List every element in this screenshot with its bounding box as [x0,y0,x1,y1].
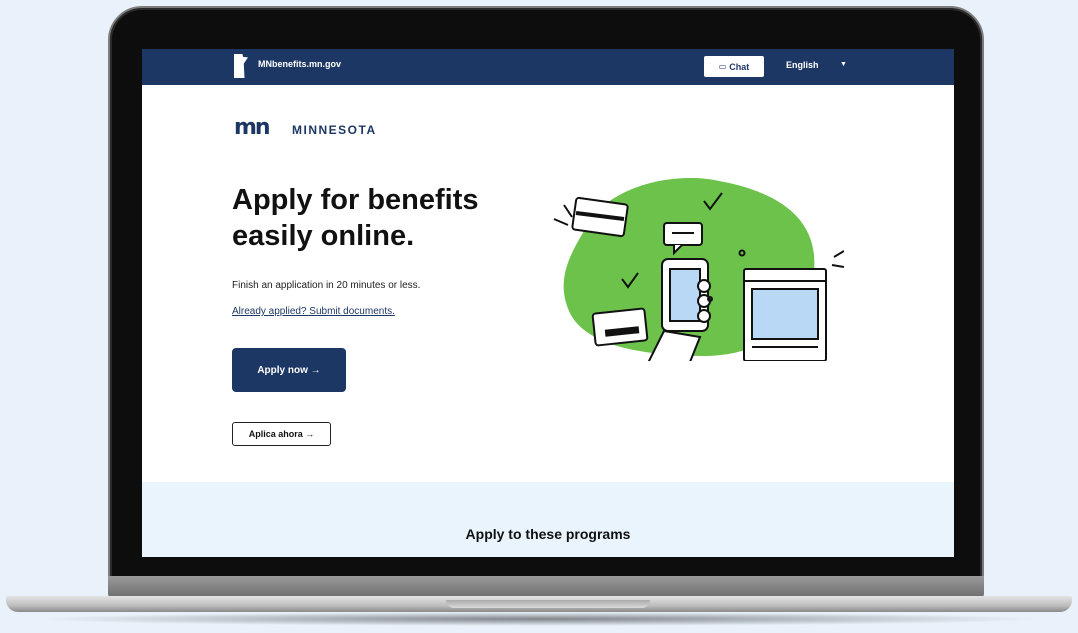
mn-logo: mn [234,115,271,140]
credit-card-icon [571,196,629,238]
document-window-icon [743,268,827,361]
card-icon [591,307,649,347]
hero-illustration [553,178,844,361]
page-title: Apply for benefits easily online. [232,184,479,252]
apply-now-button[interactable]: Apply now → [232,348,346,392]
language-select[interactable]: English [786,60,819,70]
laptop-chin [108,576,984,598]
chat-button[interactable]: ▭ Chat [704,56,764,77]
minnesota-state-icon[interactable] [234,54,248,78]
hero-subtitle: Finish an application in 20 minutes or l… [232,280,421,291]
programs-section: Apply to these programs [142,482,954,557]
chat-icon: ▭ [718,62,727,71]
chat-label: Chat [729,61,750,72]
browser-screen: MNbenefits.mn.gov ▭ Chat English ▼ mn MI… [142,49,954,557]
laptop-notch [446,600,650,608]
aplica-ahora-button[interactable]: Aplica ahora → [232,422,331,446]
chevron-down-icon[interactable]: ▼ [840,61,847,68]
site-header: MNbenefits.mn.gov ▭ Chat English ▼ [142,49,954,85]
programs-heading: Apply to these programs [465,526,631,542]
submit-documents-link[interactable]: Already applied? Submit documents. [232,306,395,317]
site-name-link[interactable]: MNbenefits.mn.gov [258,59,341,69]
state-wordmark: MINNESOTA [292,123,377,137]
laptop-shadow [30,612,1048,626]
